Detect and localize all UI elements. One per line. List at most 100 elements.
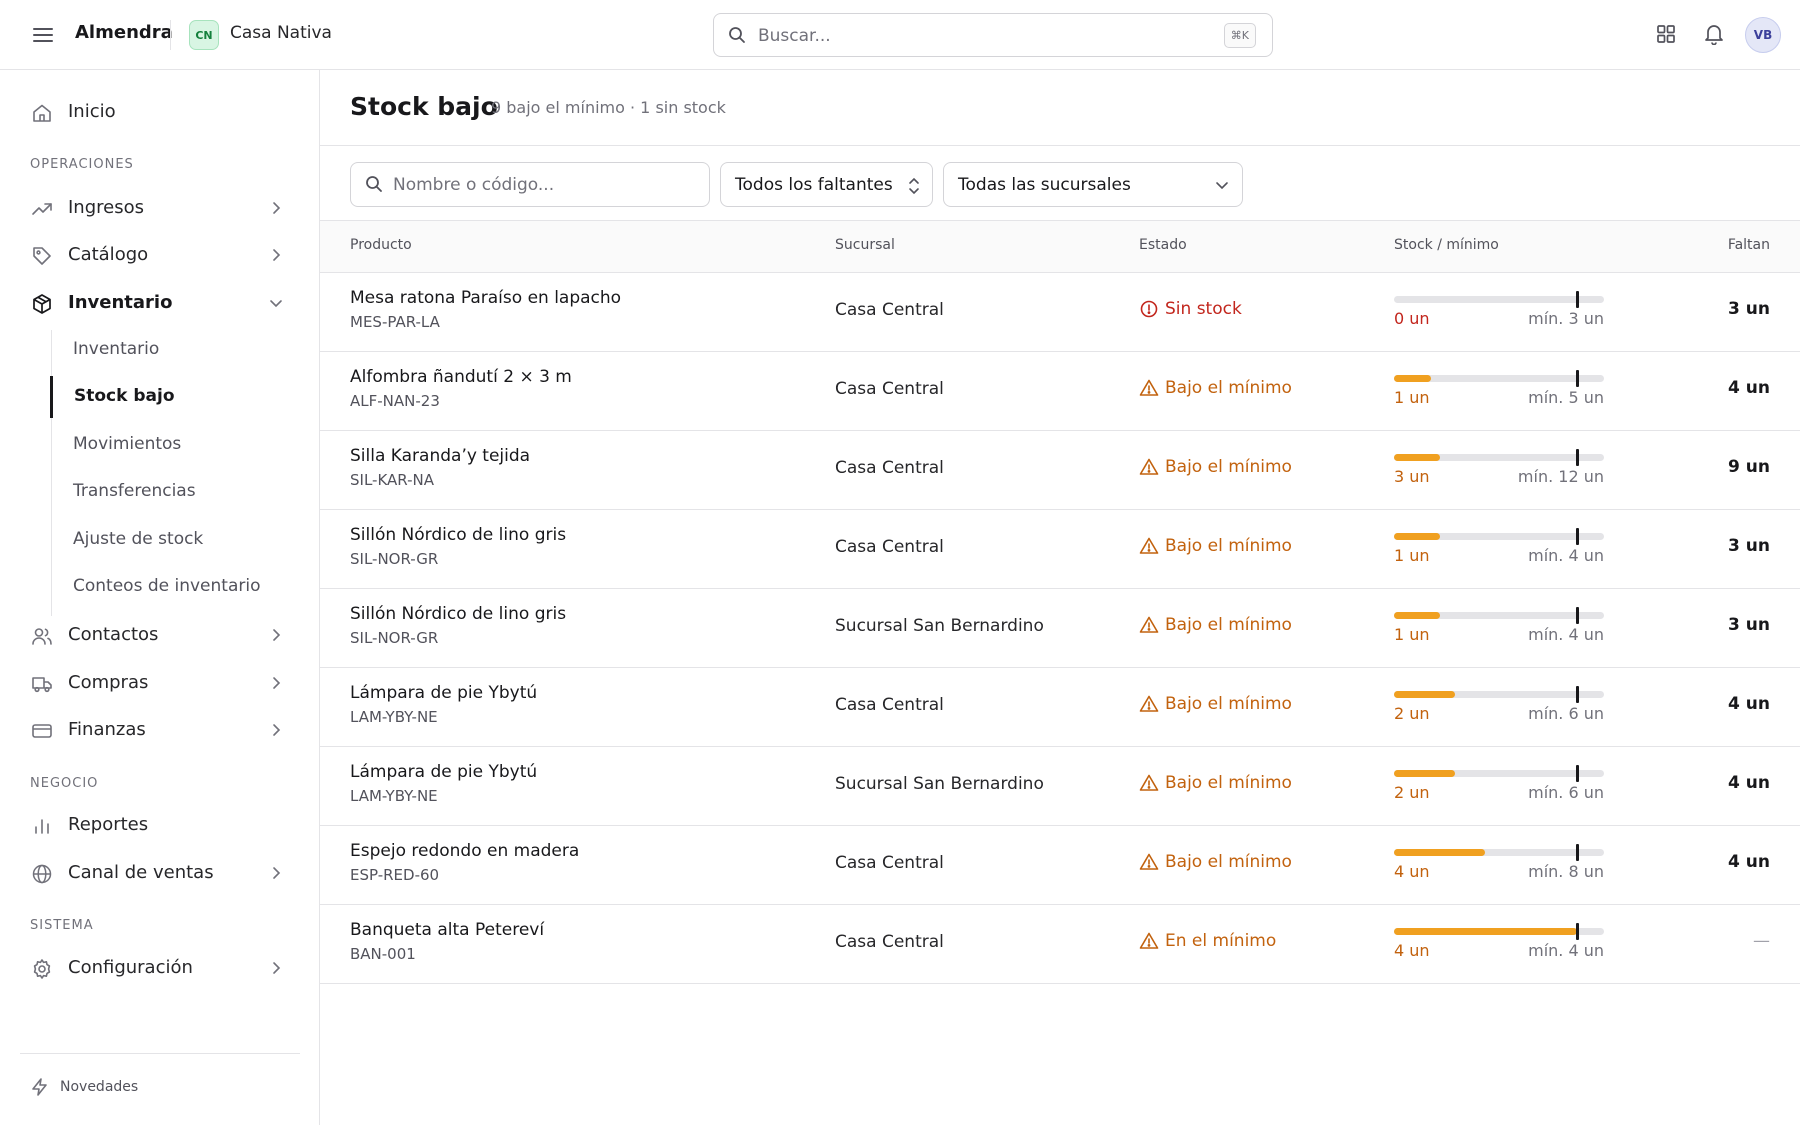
sidebar-subitem-movimientos[interactable]: Movimientos <box>51 424 306 466</box>
status-badge: Bajo el mínimo <box>1139 457 1292 477</box>
branch-name: Sucursal San Bernardino <box>835 616 1044 636</box>
sidebar-item-finanzas[interactable]: Finanzas <box>0 708 320 752</box>
minimum-stock: mín. 4 un <box>1528 941 1604 960</box>
column-header-estado[interactable]: Estado <box>1139 237 1187 253</box>
sidebar-subitem-conteos[interactable]: Conteos de inventario <box>51 566 306 608</box>
sucursales-filter-select[interactable]: Todas las sucursales <box>943 162 1243 207</box>
table-row[interactable]: Alfombra ñandutí 2 × 3 m ALF-NAN-23 Casa C… <box>320 352 1800 431</box>
faltantes-filter-select[interactable]: Todos los faltantes <box>720 162 933 207</box>
stock-progress-fill <box>1394 691 1455 698</box>
product-code: ESP-RED-60 <box>350 866 440 884</box>
workspace-badge[interactable]: CN <box>189 20 219 50</box>
brand-name[interactable]: Almendra <box>75 22 173 43</box>
top-bar: Almendra CN Casa Nativa Buscar... ⌘K VB <box>0 0 1800 70</box>
lightning-icon <box>30 1077 50 1101</box>
menu-icon[interactable] <box>28 24 58 46</box>
minimum-stock: mín. 4 un <box>1528 625 1604 644</box>
notifications-bell-icon[interactable] <box>1704 23 1728 47</box>
status-label: Sin stock <box>1165 299 1242 319</box>
missing-quantity: 4 un <box>1728 694 1770 714</box>
table-row[interactable]: Lámpara de pie Ybytú LAM-YBY-NE Sucursal S… <box>320 747 1800 826</box>
trending-up-icon <box>31 198 53 220</box>
table-row[interactable]: Sillón Nórdico de lino gris SIL-NOR-GR Suc… <box>320 589 1800 668</box>
status-label: Bajo el mínimo <box>1165 773 1292 793</box>
product-code: ALF-NAN-23 <box>350 392 440 410</box>
product-name[interactable]: Espejo redondo en madera <box>350 841 579 861</box>
sidebar-item-ingresos[interactable]: Ingresos <box>0 186 320 230</box>
product-name[interactable]: Sillón Nórdico de lino gris <box>350 525 566 545</box>
minimum-stock: mín. 5 un <box>1528 388 1604 407</box>
tag-icon <box>31 245 53 267</box>
stock-progress-bar <box>1394 686 1604 703</box>
chevron-right-icon <box>268 722 284 742</box>
divider <box>170 20 171 50</box>
table-row[interactable]: Mesa ratona Paraíso en lapacho MES-PAR-LA… <box>320 273 1800 352</box>
product-name[interactable]: Sillón Nórdico de lino gris <box>350 604 566 624</box>
page-subtitle: 9 bajo el mínimo · 1 sin stock <box>491 98 726 117</box>
sidebar-item-inicio[interactable]: Inicio <box>0 90 320 134</box>
product-name[interactable]: Silla Karanda’y tejida <box>350 446 530 466</box>
warning-triangle-icon <box>1139 773 1159 793</box>
table-row[interactable]: Espejo redondo en madera ESP-RED-60 Casa C… <box>320 826 1800 905</box>
table-row[interactable]: Lámpara de pie Ybytú LAM-YBY-NE Casa Centr… <box>320 668 1800 747</box>
product-code: BAN-001 <box>350 945 416 963</box>
sidebar-item-catalogo[interactable]: Catálogo <box>0 233 320 277</box>
sidebar-item-compras[interactable]: Compras <box>0 661 320 705</box>
workspace-name[interactable]: Casa Nativa <box>230 23 332 43</box>
apps-grid-icon[interactable] <box>1656 24 1680 48</box>
global-search-input[interactable]: Buscar... ⌘K <box>713 13 1273 57</box>
minimum-marker <box>1576 923 1579 940</box>
stock-progress-bar <box>1394 923 1604 940</box>
sidebar-subitem-label: Movimientos <box>73 434 182 454</box>
product-name[interactable]: Banqueta alta Petereví <box>350 920 544 940</box>
sidebar-item-configuracion[interactable]: Configuración <box>0 946 320 990</box>
column-header-producto[interactable]: Producto <box>350 237 412 253</box>
globe-icon <box>31 863 53 885</box>
warning-triangle-icon <box>1139 694 1159 714</box>
status-label: Bajo el mínimo <box>1165 694 1292 714</box>
minimum-marker <box>1576 449 1579 466</box>
product-search-input[interactable]: Nombre o código... <box>350 162 710 207</box>
sidebar-item-inventario[interactable]: Inventario <box>0 281 320 325</box>
table-header: Producto Sucursal Estado Stock / mínimo … <box>320 220 1800 273</box>
product-name[interactable]: Lámpara de pie Ybytú <box>350 683 537 703</box>
sidebar-subitem-transferencias[interactable]: Transferencias <box>51 471 306 513</box>
status-label: Bajo el mínimo <box>1165 457 1292 477</box>
sidebar-subitem-ajuste-de-stock[interactable]: Ajuste de stock <box>51 519 306 561</box>
search-shortcut: ⌘K <box>1223 23 1256 48</box>
warning-triangle-icon <box>1139 378 1159 398</box>
user-avatar[interactable]: VB <box>1745 17 1781 53</box>
table-row[interactable]: Silla Karanda’y tejida SIL-KAR-NA Casa Cen… <box>320 431 1800 510</box>
table-row[interactable]: Banqueta alta Petereví BAN-001 Casa Centra… <box>320 905 1800 984</box>
product-name[interactable]: Lámpara de pie Ybytú <box>350 762 537 782</box>
minimum-marker <box>1576 765 1579 782</box>
section-title-negocio: NEGOCIO <box>30 776 99 791</box>
sidebar-subitem-stock-bajo[interactable]: Stock bajo <box>50 376 305 418</box>
section-title-operaciones: OPERACIONES <box>30 157 134 172</box>
column-header-stock[interactable]: Stock / mínimo <box>1394 237 1499 253</box>
minimum-marker <box>1576 844 1579 861</box>
minimum-stock: mín. 8 un <box>1528 862 1604 881</box>
sidebar-subitem-inventario[interactable]: Inventario <box>51 329 306 371</box>
product-name[interactable]: Mesa ratona Paraíso en lapacho <box>350 288 621 308</box>
sidebar-item-canal-de-ventas[interactable]: Canal de ventas <box>0 851 320 895</box>
column-header-sucursal[interactable]: Sucursal <box>835 237 895 253</box>
section-title-sistema: SISTEMA <box>30 918 94 933</box>
product-code: MES-PAR-LA <box>350 313 440 331</box>
minimum-stock: mín. 6 un <box>1528 704 1604 723</box>
sidebar-item-reportes[interactable]: Reportes <box>0 803 320 847</box>
product-code: SIL-NOR-GR <box>350 550 439 568</box>
missing-quantity: 3 un <box>1728 299 1770 319</box>
stock-progress-fill <box>1394 454 1440 461</box>
missing-quantity: 4 un <box>1728 378 1770 398</box>
column-header-faltan[interactable]: Faltan <box>1728 237 1770 253</box>
chevron-right-icon <box>268 200 284 220</box>
product-name[interactable]: Alfombra ñandutí 2 × 3 m <box>350 367 572 387</box>
table-row[interactable]: Sillón Nórdico de lino gris SIL-NOR-GR Cas… <box>320 510 1800 589</box>
sidebar-item-label: Catálogo <box>68 244 149 265</box>
status-badge: Bajo el mínimo <box>1139 773 1292 793</box>
sidebar-item-contactos[interactable]: Contactos <box>0 613 320 657</box>
sidebar-subitem-label: Inventario <box>73 339 160 359</box>
status-badge: Bajo el mínimo <box>1139 536 1292 556</box>
users-icon <box>31 625 53 647</box>
